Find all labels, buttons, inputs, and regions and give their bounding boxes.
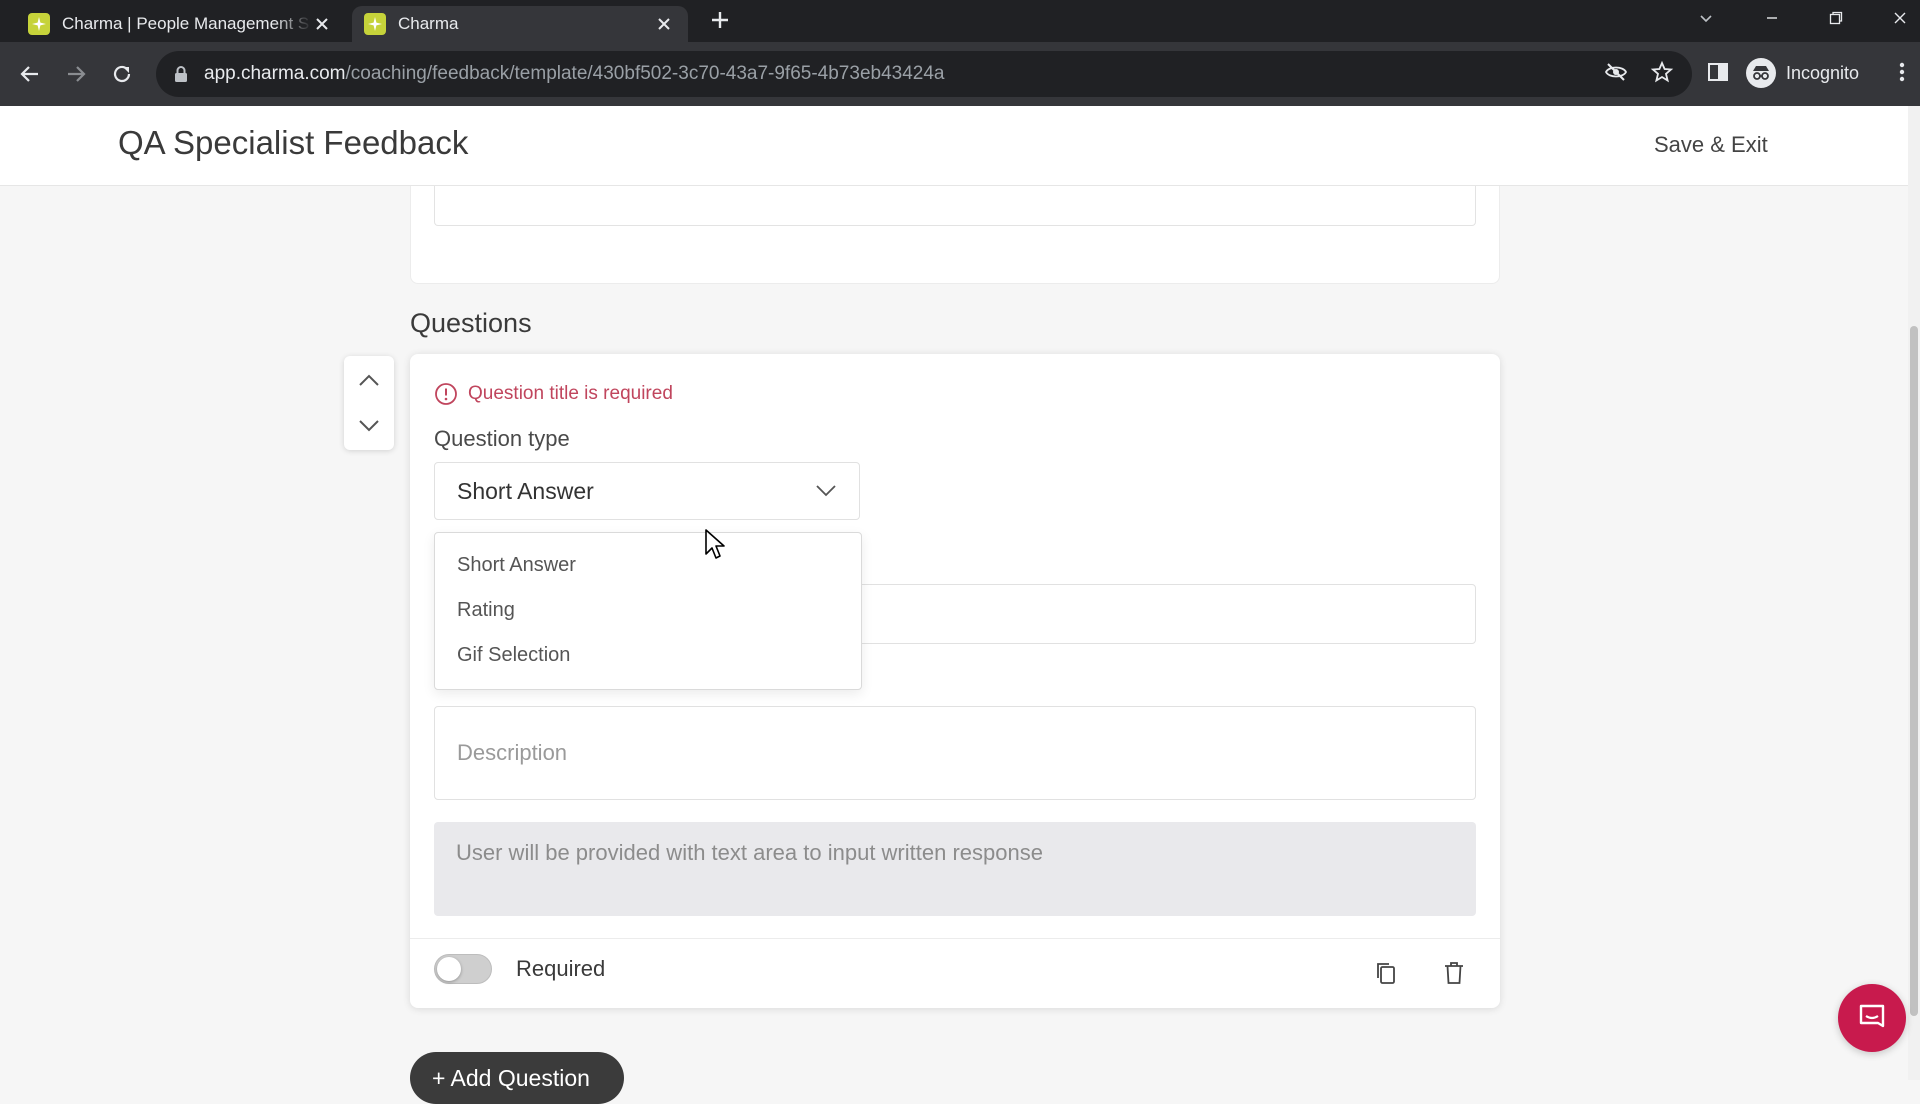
error-alert-icon xyxy=(434,382,458,406)
tab-title: Charma | People Management S xyxy=(62,14,310,33)
questions-section-title: Questions xyxy=(410,308,532,338)
delete-trash-icon[interactable] xyxy=(1439,958,1469,988)
app-header: QA Specialist Feedback Save & Exit xyxy=(0,106,1908,186)
browser-tab-charma[interactable]: Charma xyxy=(352,6,688,42)
side-panel-icon[interactable] xyxy=(1702,56,1734,88)
option-rating[interactable]: Rating xyxy=(435,588,861,633)
new-tab-plus-icon[interactable] xyxy=(708,8,732,32)
previous-section-input[interactable] xyxy=(434,186,1476,226)
restore-window-icon[interactable] xyxy=(1820,4,1852,32)
error-text: Question title is required xyxy=(468,383,673,404)
question-type-label: Question type xyxy=(434,426,570,451)
tab-close-icon[interactable] xyxy=(312,14,332,34)
browser-tab-charma-people[interactable]: Charma | People Management S xyxy=(16,6,346,42)
address-bar[interactable]: app.charma.com/coaching/feedback/templat… xyxy=(156,51,1692,97)
add-question-button[interactable]: + Add Question xyxy=(410,1052,624,1104)
question-type-dropdown-menu: Short Answer Rating Gif Selection xyxy=(434,532,862,690)
question-type-select[interactable]: Short Answer xyxy=(434,462,860,520)
incognito-label: Incognito xyxy=(1786,62,1860,83)
browser-tabstrip: Charma | People Management S Charma xyxy=(0,0,1920,42)
browser-toolbar: app.charma.com/coaching/feedback/templat… xyxy=(0,42,1920,106)
chat-support-button[interactable] xyxy=(1838,984,1906,1052)
lock-icon xyxy=(174,65,188,83)
question-type-value: Short Answer xyxy=(457,477,594,504)
question-error-message: Question title is required xyxy=(434,382,673,406)
description-input[interactable] xyxy=(434,706,1476,800)
option-gif-selection[interactable]: Gif Selection xyxy=(435,633,861,678)
tab-close-icon[interactable] xyxy=(654,14,674,34)
incognito-profile-button[interactable]: Incognito xyxy=(1746,56,1859,90)
bookmark-star-icon[interactable] xyxy=(1646,56,1678,88)
response-preview: User will be provided with text area to … xyxy=(434,822,1476,916)
card-divider xyxy=(410,938,1500,939)
duplicate-copy-icon[interactable] xyxy=(1371,958,1401,988)
forward-arrow-icon[interactable] xyxy=(60,58,92,90)
tab-search-chevron-icon[interactable] xyxy=(1690,4,1722,32)
scrollbar-thumb[interactable] xyxy=(1910,326,1918,1016)
back-arrow-icon[interactable] xyxy=(14,58,46,90)
move-down-chevron-icon[interactable] xyxy=(357,414,381,438)
kebab-menu-icon[interactable] xyxy=(1886,56,1918,88)
chat-bubble-icon xyxy=(1856,1002,1888,1034)
reload-icon[interactable] xyxy=(106,58,138,90)
tab-title: Charma xyxy=(398,14,459,33)
chevron-down-icon xyxy=(815,484,837,498)
required-toggle[interactable] xyxy=(434,954,492,984)
move-up-chevron-icon[interactable] xyxy=(357,368,381,392)
reorder-controls xyxy=(344,356,394,450)
charma-favicon-icon xyxy=(364,13,386,35)
option-short-answer[interactable]: Short Answer xyxy=(435,543,861,588)
url-path: /coaching/feedback/template/430bf502-3c7… xyxy=(345,63,945,84)
close-window-icon[interactable] xyxy=(1884,4,1916,32)
eye-slash-icon[interactable] xyxy=(1600,56,1632,88)
toggle-knob xyxy=(437,957,461,981)
required-label: Required xyxy=(516,956,606,981)
page-title: QA Specialist Feedback xyxy=(118,124,469,161)
url-host: app.charma.com xyxy=(204,63,346,84)
save-exit-button[interactable]: Save & Exit xyxy=(1654,132,1768,158)
incognito-icon xyxy=(1746,58,1776,88)
charma-favicon-icon xyxy=(28,13,50,35)
minimize-icon[interactable] xyxy=(1756,4,1788,32)
